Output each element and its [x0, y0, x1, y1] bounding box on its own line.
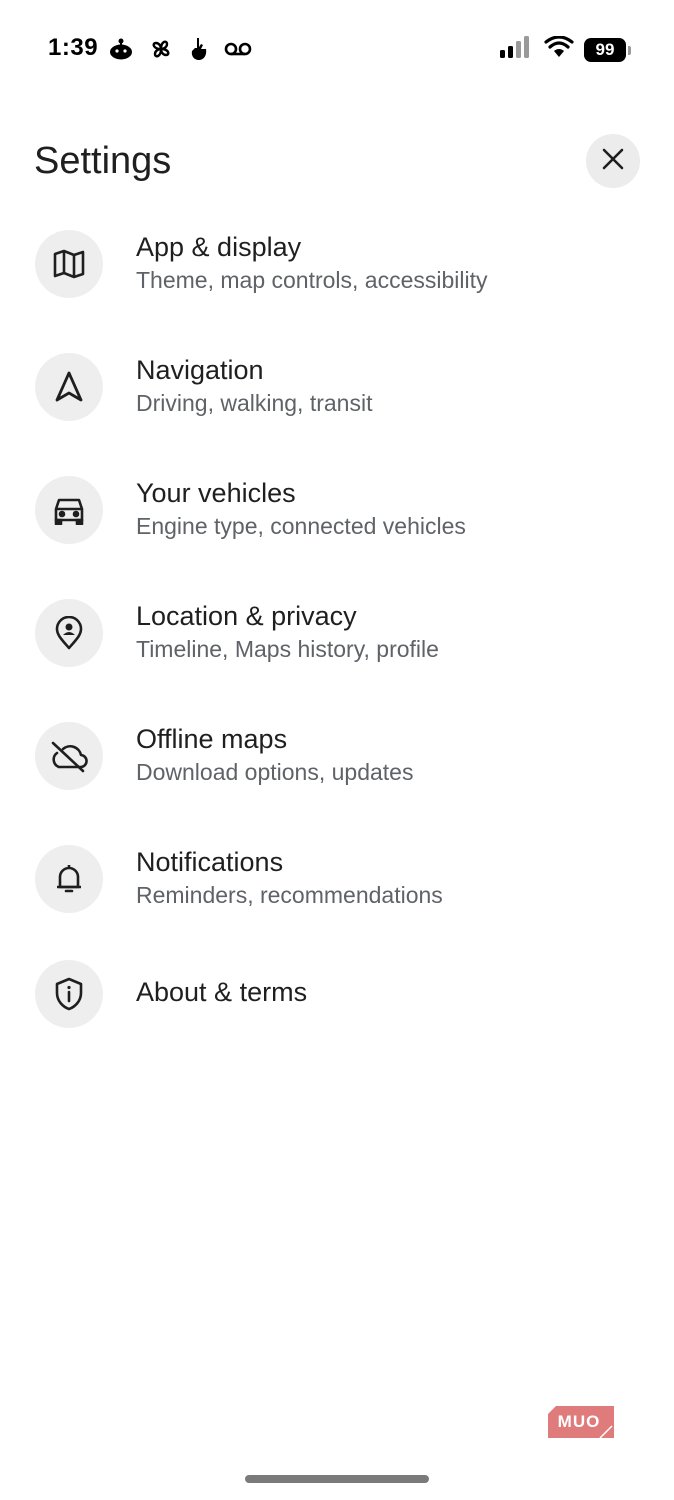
settings-item-title: Location & privacy — [136, 601, 357, 631]
settings-item-subtitle: Engine type, connected vehicles — [136, 513, 466, 539]
hand-icon — [188, 36, 210, 62]
settings-item-location-privacy[interactable]: Location & privacy Timeline, Maps histor… — [0, 591, 674, 691]
settings-item-navigation[interactable]: Navigation Driving, walking, transit — [0, 345, 674, 445]
settings-item-subtitle: Download options, updates — [136, 759, 414, 785]
settings-item-your-vehicles[interactable]: Your vehicles Engine type, connected veh… — [0, 468, 674, 568]
page-title: Settings — [34, 140, 172, 182]
status-time: 1:39 — [48, 34, 99, 61]
bell-icon — [35, 845, 103, 913]
location-person-icon — [35, 599, 103, 667]
settings-item-app-display[interactable]: App & display Theme, map controls, acces… — [0, 222, 674, 322]
settings-item-offline-maps[interactable]: Offline maps Download options, updates — [0, 714, 674, 814]
settings-item-title: Notifications — [136, 847, 284, 877]
home-indicator[interactable] — [245, 1475, 429, 1483]
cloud-off-icon — [35, 722, 103, 790]
pinwheel-icon — [148, 36, 174, 62]
settings-item-title: Navigation — [136, 355, 264, 385]
settings-item-notifications[interactable]: Notifications Reminders, recommendations — [0, 837, 674, 937]
map-icon — [35, 230, 103, 298]
settings-item-subtitle: Driving, walking, transit — [136, 390, 373, 416]
shield-info-icon — [35, 960, 103, 1028]
settings-item-about-terms[interactable]: About & terms — [0, 960, 674, 1060]
muo-logo-text: MUO — [557, 1412, 601, 1431]
navigation-arrow-icon — [35, 353, 103, 421]
status-bar: 1:39 99 — [0, 0, 674, 100]
cellular-signal-icon — [500, 36, 534, 63]
muo-logo: MUO — [548, 1406, 614, 1440]
status-system-icons: 99 — [500, 35, 631, 63]
settings-item-subtitle: Reminders, recommendations — [136, 882, 443, 908]
settings-item-subtitle: Theme, map controls, accessibility — [136, 267, 488, 293]
close-button[interactable] — [586, 134, 640, 188]
settings-item-title: App & display — [136, 232, 302, 262]
close-icon — [602, 148, 624, 175]
voicemail-icon — [224, 40, 252, 58]
settings-item-title: Offline maps — [136, 724, 288, 754]
settings-item-title: About & terms — [136, 977, 308, 1007]
settings-item-subtitle: Timeline, Maps history, profile — [136, 636, 439, 662]
car-icon — [35, 476, 103, 544]
wifi-icon — [544, 35, 574, 63]
reddit-icon — [108, 37, 134, 61]
status-notification-icons — [108, 36, 252, 62]
settings-item-title: Your vehicles — [136, 478, 296, 508]
battery-icon: 99 — [584, 37, 631, 62]
